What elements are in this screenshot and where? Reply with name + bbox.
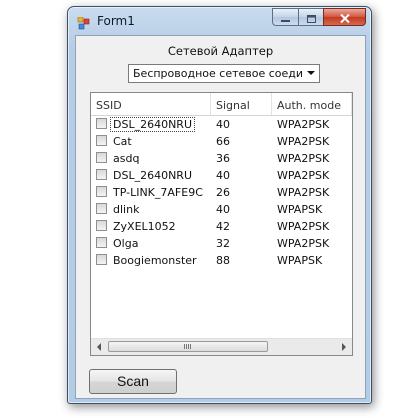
signal-cell: 40 — [216, 203, 230, 216]
ssid-cell: Boogiemonster — [91, 252, 211, 269]
signal-cell: 40 — [216, 118, 230, 131]
ssid-cell: Cat — [91, 133, 211, 150]
form-client-area: Сетевой Адаптер Беспроводное сетевое сое… — [75, 35, 366, 399]
signal-cell: 42 — [216, 220, 230, 233]
auth-mode-cell: WPA2PSK — [277, 152, 330, 165]
signal-cell: 36 — [216, 152, 230, 165]
ssid-text: Olga — [113, 237, 139, 250]
signal-cell: 66 — [216, 135, 230, 148]
list-item[interactable]: Boogiemonster 88 WPAPSK — [91, 252, 352, 269]
list-rows: DSL_2640NRU 40 WPA2PSK Cat 66 WPA2PSK as… — [91, 116, 352, 269]
ssid-cell: DSL_2640NRU — [91, 116, 211, 133]
ssid-text: asdq — [113, 152, 140, 165]
list-item[interactable]: DSL_2640NRU 40 WPA2PSK — [91, 167, 352, 184]
auth-mode-cell: WPAPSK — [277, 203, 323, 216]
row-checkbox[interactable] — [96, 152, 107, 163]
ssid-cell: ZyXEL1052 — [91, 218, 211, 235]
ssid-text: ZyXEL1052 — [113, 220, 176, 233]
row-checkbox[interactable] — [96, 220, 107, 231]
auth-mode-cell: WPA2PSK — [277, 135, 330, 148]
grip-icon — [184, 344, 192, 349]
ssid-cell: asdq — [91, 150, 211, 167]
window-title: Form1 — [97, 14, 135, 28]
auth-mode-cell: WPA2PSK — [277, 237, 330, 250]
column-header-ssid[interactable]: SSID — [91, 93, 211, 115]
ssid-cell: dlink — [91, 201, 211, 218]
list-item[interactable]: Olga 32 WPA2PSK — [91, 235, 352, 252]
adapter-dropdown[interactable]: Беспроводное сетевое соединение — [128, 64, 320, 83]
list-item[interactable]: TP-LINK_7AFE9C 26 WPA2PSK — [91, 184, 352, 201]
scan-button[interactable]: Scan — [89, 369, 177, 394]
maximize-icon — [306, 8, 316, 27]
signal-cell: 26 — [216, 186, 230, 199]
signal-cell: 40 — [216, 169, 230, 182]
auth-mode-cell: WPA2PSK — [277, 186, 330, 199]
auth-mode-cell: WPA2PSK — [277, 169, 330, 182]
ssid-text: DSL_2640NRU — [110, 117, 195, 132]
row-checkbox[interactable] — [96, 135, 107, 146]
scrollbar-thumb[interactable] — [108, 341, 268, 352]
ssid-text: TP-LINK_7AFE9C — [113, 186, 203, 199]
ssid-text: dlink — [113, 203, 140, 216]
ssid-text: Cat — [113, 135, 132, 148]
ssid-text: DSL_2640NRU — [113, 169, 192, 182]
ssid-cell: DSL_2640NRU — [91, 167, 211, 184]
networks-list[interactable]: SSID Signal Auth. mode DSL_2640NRU 40 WP… — [90, 92, 353, 356]
adapter-selected-value: Беспроводное сетевое соединение — [133, 67, 303, 80]
chevron-down-icon — [307, 71, 315, 75]
horizontal-scrollbar[interactable] — [91, 338, 352, 355]
signal-cell: 88 — [216, 254, 230, 267]
scroll-left-icon[interactable] — [97, 343, 101, 351]
list-item[interactable]: asdq 36 WPA2PSK — [91, 150, 352, 167]
main-window: Form1 Сетевой Адаптер Беспроводное сетев… — [67, 6, 372, 404]
row-checkbox[interactable] — [96, 118, 107, 129]
ssid-cell: TP-LINK_7AFE9C — [91, 184, 211, 201]
list-item[interactable]: dlink 40 WPAPSK — [91, 201, 352, 218]
minimize-button[interactable] — [272, 8, 298, 26]
row-checkbox[interactable] — [96, 186, 107, 197]
signal-cell: 32 — [216, 237, 230, 250]
caption-buttons — [272, 8, 366, 26]
minimize-icon — [281, 8, 290, 27]
auth-mode-cell: WPA2PSK — [277, 118, 330, 131]
auth-mode-cell: WPAPSK — [277, 254, 323, 267]
row-checkbox[interactable] — [96, 203, 107, 214]
app-form-icon — [77, 15, 91, 30]
row-checkbox[interactable] — [96, 254, 107, 265]
maximize-button[interactable] — [298, 8, 323, 26]
title-bar[interactable]: Form1 — [68, 7, 371, 35]
close-icon — [339, 8, 350, 27]
ssid-text: Boogiemonster — [113, 254, 197, 267]
scroll-right-icon[interactable] — [342, 343, 346, 351]
adapter-label: Сетевой Адаптер — [167, 44, 274, 58]
list-item[interactable]: DSL_2640NRU 40 WPA2PSK — [91, 116, 352, 133]
auth-mode-cell: WPA2PSK — [277, 220, 330, 233]
row-checkbox[interactable] — [96, 169, 107, 180]
list-item[interactable]: ZyXEL1052 42 WPA2PSK — [91, 218, 352, 235]
column-header-signal[interactable]: Signal — [211, 93, 272, 115]
row-checkbox[interactable] — [96, 237, 107, 248]
ssid-cell: Olga — [91, 235, 211, 252]
list-item[interactable]: Cat 66 WPA2PSK — [91, 133, 352, 150]
list-header: SSID Signal Auth. mode — [91, 93, 352, 116]
close-button[interactable] — [323, 8, 366, 26]
column-header-auth-mode[interactable]: Auth. mode — [272, 93, 352, 115]
